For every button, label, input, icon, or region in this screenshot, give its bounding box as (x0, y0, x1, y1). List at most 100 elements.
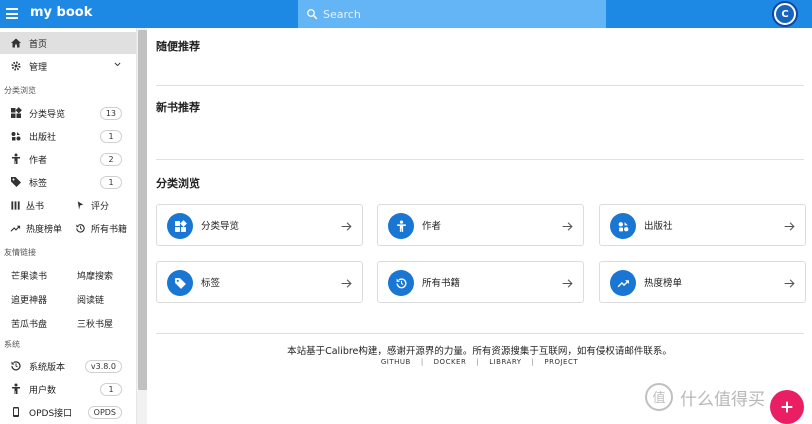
sidebar-item-users[interactable]: 用户数 1 (0, 378, 136, 400)
friend-link[interactable]: 追更神器 (11, 293, 47, 306)
friend-link[interactable]: 鸠摩搜索 (77, 269, 113, 282)
count-badge: 1 (100, 175, 122, 189)
sidebar: 首页 管理 分类浏览 分类导览 13 出版社 1 作者 2 标签 1 丛书 评分… (0, 28, 136, 424)
sidebar-item-label: OPDS接口 (29, 408, 73, 419)
avatar-letter: C (776, 5, 794, 23)
sidebar-item-label: 所有书籍 (91, 224, 128, 235)
friend-link[interactable]: 三秋书屋 (77, 317, 113, 330)
publisher-icon (610, 213, 636, 239)
trending-icon (610, 270, 636, 296)
chevron-down-icon[interactable] (113, 60, 122, 72)
sidebar-item-author[interactable]: 作者 2 (0, 148, 136, 170)
search-bar[interactable] (298, 0, 606, 28)
count-badge: 1 (100, 382, 122, 396)
sidebar-item-hot[interactable]: 热度榜单 (9, 218, 62, 238)
grid-icon (167, 213, 193, 239)
sidebar-item-label: 出版社 (29, 132, 57, 143)
home-icon (9, 37, 22, 50)
count-badge: 2 (100, 152, 122, 166)
version-badge: v3.8.0 (84, 359, 122, 373)
footer-link-project[interactable]: PROJECT (534, 358, 588, 366)
floating-action-button[interactable] (770, 390, 804, 424)
history-icon (388, 270, 414, 296)
card-label: 标签 (201, 278, 221, 289)
sidebar-item-label: 热度榜单 (26, 224, 63, 235)
top-app-bar: my book C (0, 0, 812, 28)
books-icon (9, 199, 21, 211)
count-badge: 1 (100, 129, 122, 143)
footer-link-docker[interactable]: DOCKER (424, 358, 477, 366)
friend-link[interactable]: 阅读链 (77, 293, 104, 306)
card-author[interactable]: 作者 (377, 204, 584, 246)
footer-link-github[interactable]: GITHUB (371, 358, 421, 366)
section-label-system: 系统 (4, 340, 20, 349)
person-icon (9, 153, 22, 166)
card-tags[interactable]: 标签 (156, 261, 363, 303)
watermark: 值 什么值得买 (644, 382, 765, 412)
sidebar-item-rating[interactable]: 评分 (74, 195, 109, 215)
card-label: 分类导览 (201, 221, 240, 232)
person-icon (388, 213, 414, 239)
gear-icon (9, 60, 22, 73)
main-content: 随便推荐 新书推荐 分类浏览 分类导览 作者 出版社 标签 所有书籍 热度榜单 … (147, 28, 812, 424)
divider (156, 85, 804, 86)
search-icon (307, 9, 318, 20)
friend-link[interactable]: 苦瓜书盘 (11, 317, 47, 330)
avatar[interactable]: C (772, 1, 798, 27)
arrow-right-icon (340, 275, 353, 294)
sidebar-item-categories[interactable]: 分类导览 13 (0, 102, 136, 124)
arrow-right-icon (783, 218, 796, 237)
arrow-right-icon (561, 218, 574, 237)
count-badge: 13 (99, 106, 122, 120)
app-title[interactable]: my book (30, 5, 92, 20)
search-input[interactable] (323, 7, 583, 21)
sidebar-item-version[interactable]: 系统版本 v3.8.0 (0, 355, 136, 377)
card-label: 所有书籍 (422, 278, 461, 289)
sidebar-item-home[interactable]: 首页 (0, 32, 136, 54)
card-categories[interactable]: 分类导览 (156, 204, 363, 246)
sidebar-item-label: 用户数 (29, 385, 57, 396)
trending-icon (9, 222, 21, 234)
sidebar-item-publisher[interactable]: 出版社 1 (0, 125, 136, 147)
sidebar-item-tags[interactable]: 标签 1 (0, 171, 136, 193)
watermark-text: 什么值得买 (680, 389, 765, 410)
phone-icon (9, 406, 22, 419)
sidebar-item-label: 分类导览 (29, 109, 66, 120)
card-label: 出版社 (644, 221, 673, 232)
sidebar-item-series[interactable]: 丛书 (9, 195, 44, 215)
sidebar-scrollbar[interactable] (136, 28, 147, 424)
sidebar-item-label: 系统版本 (29, 362, 66, 373)
grid-icon (9, 107, 22, 120)
sidebar-item-manage[interactable]: 管理 (0, 55, 136, 77)
footer-links: GITHUB | DOCKER | LIBRARY | PROJECT (147, 358, 812, 366)
sidebar-item-label: 标签 (29, 178, 48, 189)
scrollbar-thumb[interactable] (138, 30, 147, 390)
card-label: 作者 (422, 221, 442, 232)
section-label-links: 友情链接 (4, 248, 36, 257)
card-all-books[interactable]: 所有书籍 (377, 261, 584, 303)
add-icon (781, 401, 793, 413)
browse-title: 分类浏览 (156, 177, 200, 190)
footer-notice: 本站基于Calibre构建，感谢开源界的力量。所有资源搜集于互联网，如有侵权请邮… (287, 346, 672, 357)
tag-icon (167, 270, 193, 296)
sidebar-item-all-books[interactable]: 所有书籍 (74, 218, 127, 238)
menu-icon[interactable] (6, 8, 18, 19)
new-books-title: 新书推荐 (156, 101, 200, 114)
section-label-browse: 分类浏览 (4, 86, 36, 95)
person-icon (9, 383, 22, 396)
publisher-icon (9, 130, 22, 143)
card-hot[interactable]: 热度榜单 (599, 261, 806, 303)
divider (156, 159, 804, 160)
tag-icon (9, 176, 22, 189)
sidebar-item-label: 评分 (91, 201, 110, 212)
sidebar-item-label: 丛书 (26, 201, 45, 212)
opds-badge: OPDS (87, 405, 122, 419)
card-publisher[interactable]: 出版社 (599, 204, 806, 246)
watermark-logo-icon: 值 (645, 383, 673, 411)
sidebar-item-opds[interactable]: OPDS接口 OPDS (0, 401, 136, 423)
footer-link-library[interactable]: LIBRARY (479, 358, 531, 366)
friend-link[interactable]: 芒果读书 (11, 269, 47, 282)
card-label: 热度榜单 (644, 278, 683, 289)
rating-icon (74, 199, 86, 211)
history-icon (9, 360, 22, 373)
